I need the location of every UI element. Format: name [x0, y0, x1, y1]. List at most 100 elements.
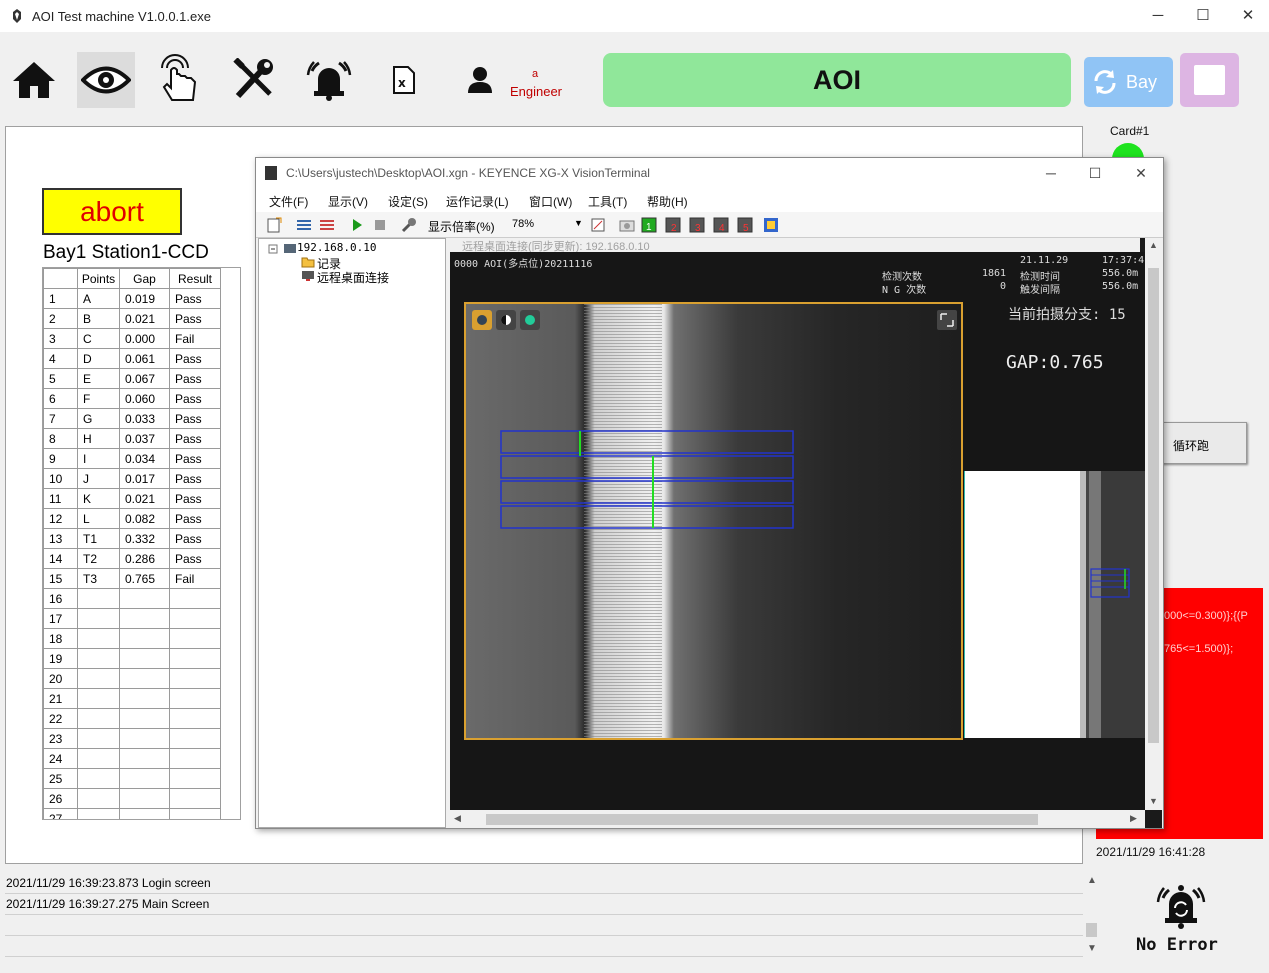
row-number-cell: 16 [43, 588, 78, 609]
point-cell [77, 808, 120, 819]
menu-window[interactable]: 窗口(W) [529, 193, 572, 210]
device-tree[interactable]: 192.168.0.10 记录 远程桌面连接 [258, 238, 446, 828]
gap-cell [119, 748, 170, 769]
keyence-minimize-button[interactable]: ─ [1038, 164, 1064, 182]
tools-icon [233, 58, 273, 99]
camera-image[interactable] [464, 302, 963, 740]
table-row[interactable]: 8 H 0.037 Pass [43, 428, 221, 449]
remote-horizontal-scrollbar[interactable]: ◀ ▶ [450, 810, 1145, 828]
log-list[interactable]: 2021/11/29 16:39:23.873 Login screen 202… [5, 873, 1083, 963]
settings-button[interactable] [225, 52, 283, 108]
table-row[interactable]: 19 [43, 648, 221, 669]
table-row[interactable]: 14 T2 0.286 Pass [43, 548, 221, 569]
fit-icon[interactable] [590, 217, 606, 233]
table-row[interactable]: 15 T3 0.765 Fail [43, 568, 221, 589]
minimize-button[interactable]: ─ [1143, 6, 1173, 26]
table-row[interactable]: 21 [43, 688, 221, 709]
clock: 2021/11/29 16:41:28 [1096, 845, 1206, 859]
log-entry: 2021/11/29 16:39:27.275 Main Screen [5, 894, 1083, 915]
wrench-icon[interactable] [401, 217, 417, 233]
results-grid[interactable]: Points Gap Result 1 A 0.019 Pass 2 B 0.021 Pass… [42, 267, 241, 820]
user-name: a [531, 68, 539, 80]
result-cell [169, 708, 221, 729]
tree-expand-icon[interactable] [268, 243, 298, 255]
keyence-close-button[interactable]: ✕ [1128, 164, 1154, 182]
list-icon[interactable] [296, 217, 312, 233]
trigger-value: 556.0m [1102, 281, 1139, 292]
view-button[interactable] [77, 52, 135, 108]
table-row[interactable]: 6 F 0.060 Pass [43, 388, 221, 409]
table-row[interactable]: 27 [43, 808, 221, 819]
stop-button[interactable] [1180, 53, 1239, 107]
zoom-dropdown-icon[interactable]: ▼ [574, 218, 583, 228]
table-row[interactable]: 4 D 0.061 Pass [43, 348, 221, 369]
scroll-down-icon[interactable]: ▼ [1087, 943, 1097, 954]
scroll-down-icon[interactable]: ▼ [1149, 796, 1158, 806]
menu-settings[interactable]: 设定(S) [388, 193, 428, 210]
menu-log[interactable]: 运作记录(L) [446, 193, 509, 210]
menu-view[interactable]: 显示(V) [328, 193, 368, 210]
table-row[interactable]: 22 [43, 708, 221, 729]
abort-button[interactable]: abort [42, 188, 182, 235]
remote-view[interactable]: 远程桌面连接(同步更新): 192.168.0.10 0000 AOI(多点位)… [450, 238, 1162, 828]
export-button[interactable]: x [375, 52, 433, 108]
table-row[interactable]: 2 B 0.021 Pass [43, 308, 221, 329]
log-scrollbar[interactable]: ▲ ▼ [1083, 873, 1100, 961]
stop-square-icon[interactable] [372, 217, 388, 233]
table-row[interactable]: 16 [43, 588, 221, 609]
row-number-cell: 26 [43, 788, 78, 809]
scroll-thumb[interactable] [486, 814, 1038, 825]
close-button[interactable]: ✕ [1233, 6, 1263, 26]
camera-2-icon[interactable]: 2 [665, 217, 681, 233]
result-cell: Pass [169, 468, 221, 489]
keyence-window[interactable]: C:\Users\justech\Desktop\AOI.xgn - KEYEN… [255, 157, 1164, 829]
tree-item-remote-desktop[interactable]: 远程桌面连接 [317, 269, 389, 286]
menu-help[interactable]: 帮助(H) [647, 193, 688, 210]
camera-5-icon[interactable]: 5 [737, 217, 753, 233]
alarm-button[interactable] [300, 52, 358, 108]
bay-button[interactable]: Bay [1084, 57, 1173, 107]
color-palette-icon[interactable] [763, 217, 779, 233]
table-row[interactable]: 18 [43, 628, 221, 649]
menu-tools[interactable]: 工具(T) [588, 193, 627, 210]
new-icon[interactable] [266, 217, 282, 233]
scroll-thumb[interactable] [1148, 268, 1159, 743]
table-row[interactable]: 26 [43, 788, 221, 809]
table-row[interactable]: 1 A 0.019 Pass [43, 288, 221, 309]
table-row[interactable]: 13 T1 0.332 Pass [43, 528, 221, 549]
table-row[interactable]: 7 G 0.033 Pass [43, 408, 221, 429]
loop-run-button[interactable]: 循环跑 [1160, 422, 1247, 464]
run-icon[interactable] [349, 217, 365, 233]
remote-vertical-scrollbar[interactable]: ▲ ▼ [1145, 238, 1162, 810]
tree-root-ip[interactable]: 192.168.0.10 [297, 241, 376, 254]
table-row[interactable]: 11 K 0.021 Pass [43, 488, 221, 509]
table-row[interactable]: 9 I 0.034 Pass [43, 448, 221, 469]
table-row[interactable]: 20 [43, 668, 221, 689]
table-row[interactable]: 12 L 0.082 Pass [43, 508, 221, 529]
result-cell: Pass [169, 508, 221, 529]
camera-4-icon[interactable]: 4 [713, 217, 729, 233]
table-row[interactable]: 24 [43, 748, 221, 769]
scroll-up-icon[interactable]: ▲ [1149, 240, 1158, 250]
menu-file[interactable]: 文件(F) [269, 193, 308, 210]
scroll-right-icon[interactable]: ▶ [1130, 813, 1137, 824]
table-row[interactable]: 10 J 0.017 Pass [43, 468, 221, 489]
table-row[interactable]: 17 [43, 608, 221, 629]
point-cell [77, 748, 120, 769]
scroll-left-icon[interactable]: ◀ [454, 813, 461, 824]
list-alt-icon[interactable] [319, 217, 335, 233]
keyence-maximize-button[interactable]: ☐ [1082, 164, 1108, 182]
scroll-thumb[interactable] [1086, 923, 1097, 937]
table-row[interactable]: 23 [43, 728, 221, 749]
camera-3-icon[interactable]: 3 [689, 217, 705, 233]
scroll-up-icon[interactable]: ▲ [1087, 875, 1097, 886]
table-row[interactable]: 5 E 0.067 Pass [43, 368, 221, 389]
maximize-button[interactable]: ☐ [1188, 6, 1218, 26]
touch-button[interactable] [151, 52, 209, 108]
home-button[interactable] [5, 52, 63, 108]
camera-1-icon[interactable]: 1 [641, 217, 657, 233]
row-number-cell: 15 [43, 568, 78, 589]
table-row[interactable]: 25 [43, 768, 221, 789]
camera-icon[interactable] [619, 217, 635, 233]
table-row[interactable]: 3 C 0.000 Fail [43, 328, 221, 349]
